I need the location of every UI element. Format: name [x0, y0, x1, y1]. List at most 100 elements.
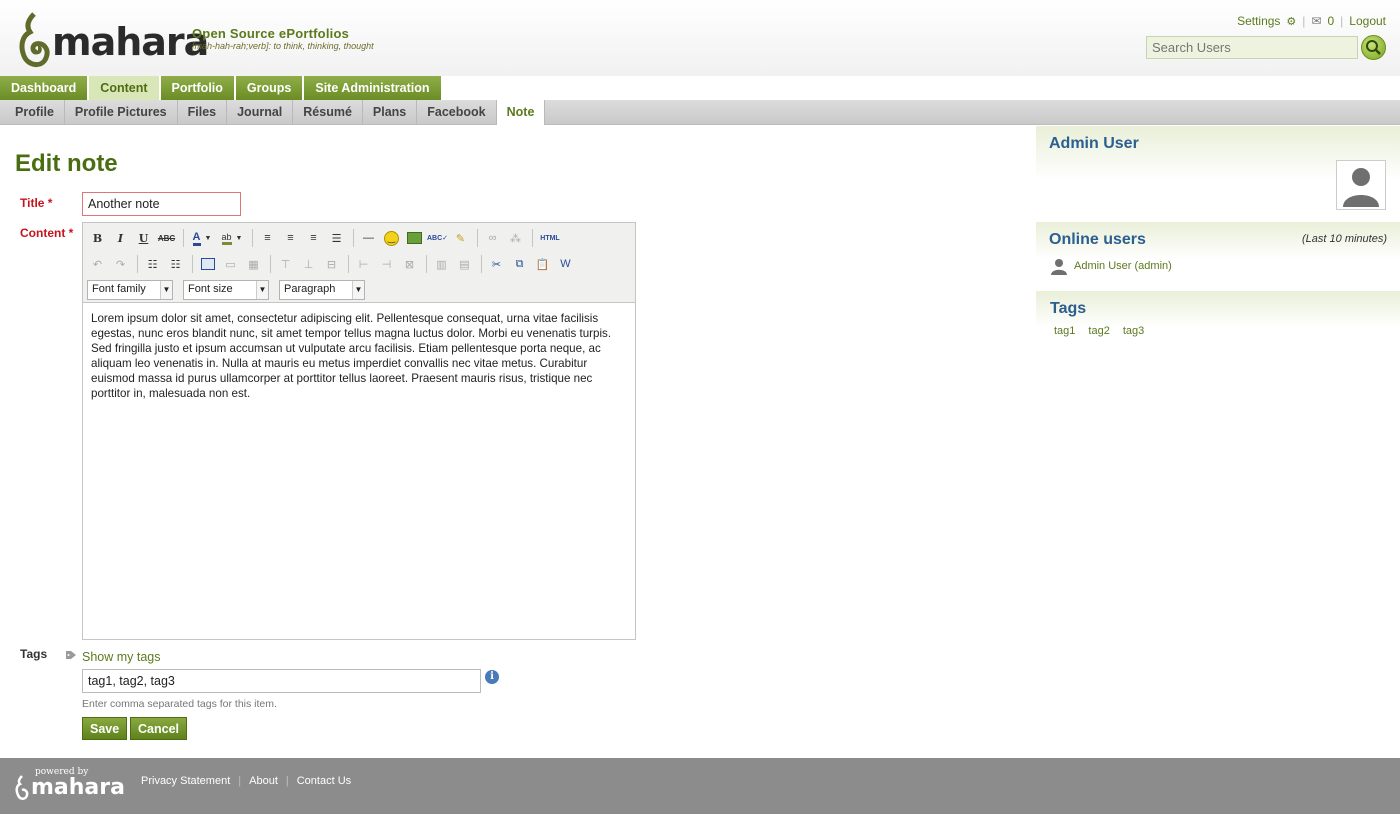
insert-image-icon[interactable]	[404, 228, 425, 248]
top-links: Settings ⚙ | ✉ 0 | Logout	[1237, 14, 1386, 28]
tags-field[interactable]	[82, 669, 481, 693]
bullet-list-icon[interactable]: ☷	[142, 254, 163, 274]
subtab-resume[interactable]: Résumé	[293, 100, 363, 125]
unlink-icon[interactable]: ⁂	[505, 228, 526, 248]
subtab-journal[interactable]: Journal	[227, 100, 294, 125]
mahara-logo[interactable]: mahara	[18, 12, 209, 70]
toolbar-separator	[183, 229, 184, 247]
link-icon[interactable]: ∞	[482, 228, 503, 248]
font-color-icon[interactable]: A ▼	[188, 228, 216, 248]
search-button[interactable]	[1361, 35, 1386, 60]
cleanup-icon[interactable]: ✎	[450, 228, 471, 248]
title-field[interactable]	[82, 192, 241, 216]
tag-link[interactable]: tag2	[1088, 325, 1109, 337]
user-sidebox: Admin User	[1036, 126, 1400, 216]
sidebar-user-name[interactable]: Admin User	[1049, 135, 1139, 153]
format-select[interactable]: Paragraph ▼	[279, 280, 365, 300]
envelope-icon[interactable]: ✉	[1311, 14, 1321, 28]
toolbar-row-1: B I U ABC A ▼ ab ▼ ≡ ≡ ≡ ☰ — ‿ ABC✓ ✎ ∞ ⁂ …	[87, 226, 565, 250]
copy-icon[interactable]: ⧉	[509, 254, 530, 274]
settings-link[interactable]: Settings	[1237, 14, 1280, 28]
merge-cells-icon[interactable]: ▤	[454, 254, 475, 274]
search-icon	[1366, 40, 1381, 55]
privacy-statement-link[interactable]: Privacy Statement	[141, 775, 230, 787]
show-my-tags-link[interactable]: Show my tags	[82, 650, 161, 664]
chevron-down-icon: ▼	[352, 281, 364, 299]
tagline-main: Open Source ePortfolios	[192, 26, 350, 41]
align-right-icon[interactable]: ≡	[303, 228, 324, 248]
subtab-files[interactable]: Files	[178, 100, 228, 125]
bold-icon[interactable]: B	[87, 228, 108, 248]
tag-link[interactable]: tag3	[1123, 325, 1144, 337]
paste-icon[interactable]: 📋	[532, 254, 553, 274]
save-button[interactable]: Save	[82, 717, 128, 740]
avatar[interactable]	[1336, 160, 1386, 210]
undo-icon[interactable]: ↶	[87, 254, 108, 274]
delete-col-icon[interactable]: ⊠	[399, 254, 420, 274]
align-justify-icon[interactable]: ☰	[326, 228, 347, 248]
title-label-text: Title	[20, 196, 45, 210]
cut-icon[interactable]: ✂	[486, 254, 507, 274]
tab-portfolio[interactable]: Portfolio	[160, 76, 234, 100]
subtab-profile[interactable]: Profile	[0, 100, 65, 125]
html-button-label: HTML	[540, 234, 560, 242]
tab-groups[interactable]: Groups	[235, 76, 303, 100]
redo-icon[interactable]: ↷	[110, 254, 131, 274]
sub-navigation: Profile Profile Pictures Files Journal R…	[0, 100, 1400, 125]
numbered-list-icon[interactable]: ☷	[165, 254, 186, 274]
paste-word-icon[interactable]: W	[555, 254, 576, 274]
toolbar-separator	[532, 229, 533, 247]
editor-content-area[interactable]: Lorem ipsum dolor sit amet, consectetur …	[83, 303, 635, 409]
online-user-item[interactable]: Admin User (admin)	[1050, 257, 1172, 275]
subtab-facebook[interactable]: Facebook	[417, 100, 497, 125]
insert-row-after-icon[interactable]: ⊥	[298, 254, 319, 274]
inbox-count[interactable]: 0	[1327, 14, 1334, 28]
strikethrough-icon[interactable]: ABC	[156, 228, 177, 248]
table-cell-props-icon[interactable]: ▦	[243, 254, 264, 274]
content-paragraph: Lorem ipsum dolor sit amet, consectetur …	[91, 312, 612, 400]
user-icon	[1051, 259, 1067, 275]
gear-icon[interactable]: ⚙	[1286, 15, 1296, 28]
subtab-note[interactable]: Note	[496, 100, 546, 125]
italic-icon[interactable]: I	[110, 228, 131, 248]
insert-col-after-icon[interactable]: ⊣	[376, 254, 397, 274]
font-size-select[interactable]: Font size ▼	[183, 280, 269, 300]
tab-site-administration[interactable]: Site Administration	[304, 76, 441, 100]
contact-us-link[interactable]: Contact Us	[297, 775, 351, 787]
info-icon[interactable]: i	[485, 670, 499, 684]
underline-icon[interactable]: U	[133, 228, 154, 248]
toolbar-row-3: Font family ▼ Font size ▼ Paragraph ▼	[87, 278, 375, 302]
delete-row-icon[interactable]: ⊟	[321, 254, 342, 274]
search-users-input[interactable]	[1146, 36, 1358, 59]
tab-content[interactable]: Content	[89, 76, 159, 100]
about-link[interactable]: About	[249, 775, 278, 787]
logo-wordmark: mahara	[52, 20, 209, 64]
emoticon-icon[interactable]: ‿	[381, 228, 402, 248]
spellcheck-icon[interactable]: ABC✓	[427, 228, 448, 248]
table-row-props-icon[interactable]: ▭	[220, 254, 241, 274]
insert-row-before-icon[interactable]: ⊤	[275, 254, 296, 274]
horizontal-rule-icon[interactable]: —	[358, 228, 379, 248]
toolbar-separator	[137, 255, 138, 273]
highlight-color-icon[interactable]: ab ▼	[218, 228, 246, 248]
html-source-button[interactable]: HTML	[537, 228, 563, 248]
split-cells-icon[interactable]: ▥	[431, 254, 452, 274]
subtab-plans[interactable]: Plans	[363, 100, 418, 125]
tag-link[interactable]: tag1	[1054, 325, 1075, 337]
align-left-icon[interactable]: ≡	[257, 228, 278, 248]
powered-by-mahara-logo[interactable]: powered by mahara	[15, 767, 125, 801]
rich-text-editor: B I U ABC A ▼ ab ▼ ≡ ≡ ≡ ☰ — ‿ ABC✓ ✎ ∞ ⁂ …	[82, 222, 636, 640]
insert-col-before-icon[interactable]: ⊢	[353, 254, 374, 274]
online-users-note: (Last 10 minutes)	[1302, 233, 1387, 245]
cancel-button[interactable]: Cancel	[130, 717, 187, 740]
align-center-icon[interactable]: ≡	[280, 228, 301, 248]
online-users-title[interactable]: Online users	[1049, 231, 1146, 249]
font-family-select[interactable]: Font family ▼	[87, 280, 173, 300]
footer-links: Privacy Statement | About | Contact Us	[141, 775, 351, 787]
site-footer: powered by mahara Privacy Statement | Ab…	[0, 758, 1400, 814]
subtab-profile-pictures[interactable]: Profile Pictures	[65, 100, 178, 125]
insert-table-icon[interactable]	[197, 254, 218, 274]
tab-dashboard[interactable]: Dashboard	[0, 76, 88, 100]
logout-link[interactable]: Logout	[1349, 14, 1386, 28]
content-label-text: Content	[20, 226, 66, 240]
